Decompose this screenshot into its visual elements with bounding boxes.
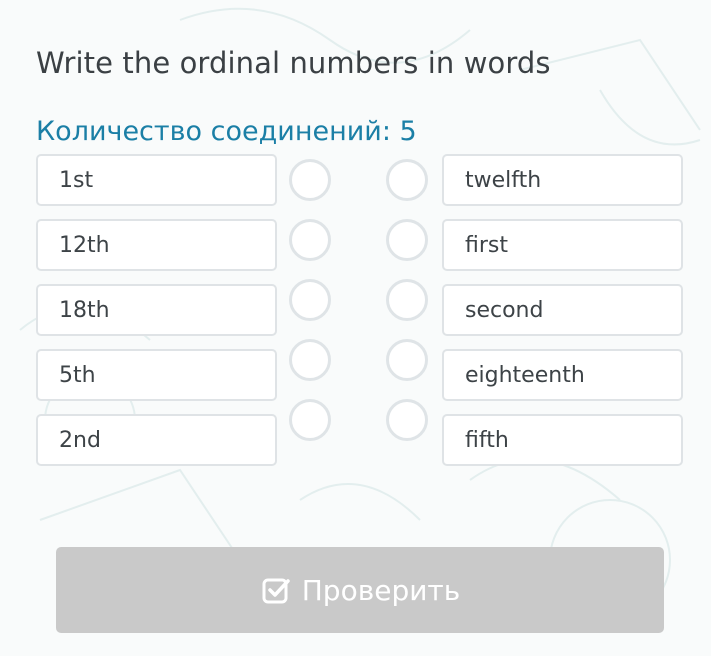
- task-title: Write the ordinal numbers in words: [36, 46, 551, 80]
- left-item[interactable]: 18th: [36, 284, 277, 336]
- right-item[interactable]: second: [442, 284, 683, 336]
- right-connector-dot[interactable]: [386, 219, 428, 261]
- right-connectors: [386, 154, 430, 459]
- left-connector-dot[interactable]: [289, 339, 331, 381]
- left-connector-dot[interactable]: [289, 159, 331, 201]
- left-item[interactable]: 2nd: [36, 414, 277, 466]
- left-item[interactable]: 1st: [36, 154, 277, 206]
- right-item[interactable]: fifth: [442, 414, 683, 466]
- left-connector-dot[interactable]: [289, 279, 331, 321]
- check-button[interactable]: Проверить: [56, 547, 664, 633]
- left-column: 1st 12th 18th 5th 2nd: [36, 154, 277, 479]
- left-connector-dot[interactable]: [289, 219, 331, 261]
- right-connector-dot[interactable]: [386, 339, 428, 381]
- right-connector-dot[interactable]: [386, 399, 428, 441]
- right-item[interactable]: eighteenth: [442, 349, 683, 401]
- checkbox-check-icon: [260, 574, 292, 606]
- right-connector-dot[interactable]: [386, 279, 428, 321]
- connections-count: Количество соединений: 5: [36, 116, 417, 147]
- right-item[interactable]: twelfth: [442, 154, 683, 206]
- check-button-label: Проверить: [301, 573, 461, 607]
- left-item[interactable]: 5th: [36, 349, 277, 401]
- left-connectors: [289, 154, 333, 459]
- right-item[interactable]: first: [442, 219, 683, 271]
- left-item[interactable]: 12th: [36, 219, 277, 271]
- right-column: twelfth first second eighteenth fifth: [442, 154, 683, 479]
- left-connector-dot[interactable]: [289, 399, 331, 441]
- matching-exercise: Write the ordinal numbers in words Колич…: [0, 0, 711, 656]
- right-connector-dot[interactable]: [386, 159, 428, 201]
